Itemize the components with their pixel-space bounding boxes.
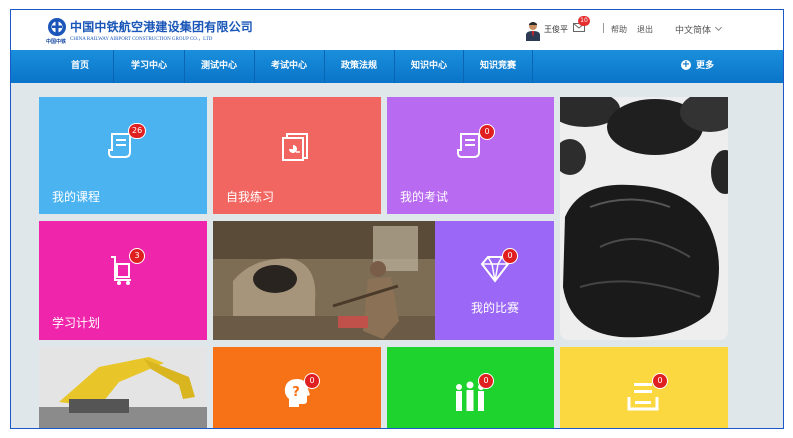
document-chart-icon <box>282 133 308 161</box>
tile-my-courses[interactable]: 26 我的课程 <box>39 97 207 214</box>
coal-image <box>560 97 728 340</box>
diorama-image <box>213 221 435 340</box>
nav-divider <box>324 50 325 83</box>
company-name: 中国中铁航空港建设集团有限公司 <box>70 20 254 34</box>
contests-count-badge: 0 <box>502 248 518 264</box>
nav-learning-center[interactable]: 学习中心 <box>117 50 181 83</box>
logo-subtitle: 中国中铁 <box>46 39 67 45</box>
mail-count-badge: 10 <box>578 16 590 26</box>
tile-label: 我的比赛 <box>471 301 520 315</box>
excavator-image <box>39 347 207 428</box>
language-select[interactable]: 中文简体 <box>675 23 723 36</box>
svg-text:?: ? <box>292 385 300 400</box>
nav-divider <box>532 50 533 83</box>
tile-self-practice[interactable]: 自我练习 <box>213 97 381 214</box>
nav-divider <box>184 50 185 83</box>
coal-photo <box>560 97 728 340</box>
exams-count-badge: 0 <box>479 124 495 140</box>
language-label: 中文简体 <box>675 26 712 36</box>
tile-label: 我的考试 <box>400 190 449 204</box>
company-name-en: CHINA RAILWAY AIRPORT CONSTRUCTION GROUP… <box>70 37 213 42</box>
company-logo-icon <box>48 18 66 36</box>
nav-divider <box>254 50 255 83</box>
app-frame: 中国中铁 中国中铁航空港建设集团有限公司 CHINA RAILWAY AIRPO… <box>10 9 784 429</box>
tile-label: 自我练习 <box>226 190 275 204</box>
chevron-down-icon <box>714 23 723 32</box>
plan-count-badge: 3 <box>129 248 145 264</box>
questions-count-badge: 0 <box>304 373 320 389</box>
nav-knowledge-center[interactable]: 知识中心 <box>397 50 461 83</box>
nav-knowledge-contest[interactable]: 知识竞赛 <box>466 50 530 83</box>
help-link[interactable]: 帮助 <box>611 24 627 35</box>
tile-my-exams[interactable]: 0 我的考试 <box>387 97 554 214</box>
tile-label: 我的课程 <box>52 190 101 204</box>
nav-divider <box>463 50 464 83</box>
excavator-photo <box>39 347 207 428</box>
tile-study-plan[interactable]: 3 学习计划 <box>39 221 207 340</box>
list-count-badge: 0 <box>652 373 668 389</box>
nav-exam-center[interactable]: 考试中心 <box>257 50 321 83</box>
header-divider <box>603 23 604 33</box>
tile-list[interactable]: 0 <box>560 347 728 428</box>
more-label: 更多 <box>696 61 715 71</box>
plus-icon: + <box>681 58 691 70</box>
header: 中国中铁 中国中铁航空港建设集团有限公司 CHINA RAILWAY AIRPO… <box>11 10 783 50</box>
user-avatar-icon[interactable] <box>525 21 541 41</box>
tile-label: 学习计划 <box>52 316 101 330</box>
user-name[interactable]: 王俊平 <box>544 24 568 35</box>
courses-count-badge: 26 <box>128 123 147 139</box>
more-button[interactable]: + 更多 <box>681 50 714 83</box>
nav-home[interactable]: 首页 <box>51 50 109 83</box>
nav-policies[interactable]: 政策法规 <box>327 50 391 83</box>
nav-divider <box>113 50 114 83</box>
nav-test-center[interactable]: 测试中心 <box>187 50 251 83</box>
tile-questions[interactable]: ? 0 <box>213 347 381 428</box>
main-nav: 首页 学习中心 测试中心 考试中心 政策法规 知识中心 知识竞赛 + 更多 <box>11 50 783 83</box>
mining-diorama-photo <box>213 221 435 340</box>
logout-link[interactable]: 退出 <box>637 24 653 35</box>
team-count-badge: 0 <box>478 373 494 389</box>
tile-my-contests[interactable]: 0 我的比赛 <box>435 221 554 340</box>
nav-divider <box>394 50 395 83</box>
tile-team[interactable]: 0 <box>387 347 554 428</box>
